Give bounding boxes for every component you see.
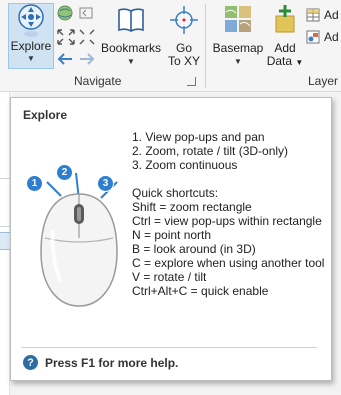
back-arrow-icon[interactable] (56, 52, 74, 66)
basemap-button[interactable]: Basemap ▼ (212, 4, 264, 66)
mouse-action-2: 2. Zoom, rotate / tilt (3D-only) (132, 144, 289, 158)
add-data-button[interactable]: Add Data ▼ (266, 4, 304, 69)
callout-3-badge: 3 (97, 175, 114, 192)
contents-pane-edge (0, 92, 10, 395)
book-icon (118, 8, 144, 32)
add-data-icon (275, 5, 295, 33)
add-small-button-1[interactable]: Ad (306, 8, 339, 22)
bookmarks-button[interactable]: Bookmarks ▼ (100, 4, 162, 66)
basemap-label: Basemap (212, 41, 264, 55)
mouse-action-3: 3. Zoom continuous (132, 158, 238, 172)
tooltip-footer: ? Press F1 for more help. (23, 355, 178, 370)
navigate-small-tools (56, 4, 96, 68)
help-text: Press F1 for more help. (45, 355, 179, 370)
tooltip-divider (21, 347, 317, 348)
shortcut-item: N = point north (132, 228, 212, 242)
ribbon: Explore ▼ Bookmarks ▼ Go To XY Navigate … (0, 0, 341, 92)
dialog-launcher-icon[interactable] (187, 77, 196, 86)
shortcut-item: Ctrl = view pop-ups within rectangle (132, 214, 322, 228)
add-small-label-1: Ad (324, 8, 339, 22)
tooltip-body: 1. View pop-ups and pan 2. Zoom, rotate … (132, 130, 327, 298)
chevron-down-icon[interactable]: ▼ (234, 57, 242, 66)
callout-2-number: 2 (61, 167, 68, 178)
fixed-zoom-icon[interactable] (78, 28, 96, 46)
layer-group-label: Layer (308, 74, 339, 88)
help-icon: ? (23, 355, 38, 370)
callout-2-badge: 2 (56, 164, 73, 181)
shortcut-item: C = explore when using another tool (132, 256, 325, 270)
table-icon (306, 8, 320, 22)
explore-button[interactable]: Explore ▼ (8, 3, 54, 69)
graphics-layer-icon (306, 30, 320, 44)
callout-1-badge: 1 (26, 175, 43, 192)
group-separator (205, 4, 206, 88)
navigate-group-label: Navigate (74, 74, 122, 88)
crosshair-icon (170, 6, 198, 34)
callout-3-number: 3 (102, 178, 109, 189)
shortcut-item: Shift = zoom rectangle (132, 200, 252, 214)
shortcut-item: V = rotate / tilt (132, 270, 207, 284)
shortcut-item: Ctrl+Alt+C = quick enable (132, 284, 269, 298)
go-to-xy-label-line2: To XY (167, 54, 200, 68)
basemap-icon (225, 6, 251, 32)
shortcut-item: B = look around (in 3D) (132, 242, 256, 256)
add-small-label-2: Ad (324, 30, 339, 44)
go-to-xy-button[interactable]: Go To XY (164, 4, 204, 68)
forward-arrow-icon[interactable] (78, 52, 96, 66)
add-data-label-line2: Data ▼ (266, 54, 304, 68)
callout-1-number: 1 (31, 178, 38, 189)
shortcuts-heading: Quick shortcuts: (132, 186, 219, 200)
globe-icon[interactable] (56, 4, 74, 22)
explore-icon (18, 4, 44, 37)
mouse-action-1: 1. View pop-ups and pan (132, 130, 265, 144)
tooltip-title: Explore (23, 108, 68, 122)
side-divider (0, 178, 10, 179)
explore-label: Explore (10, 39, 52, 53)
selected-row-edge[interactable] (0, 232, 10, 250)
add-small-button-2[interactable]: Ad (306, 30, 339, 44)
prev-extent-icon[interactable] (78, 6, 94, 20)
full-extent-icon[interactable] (56, 28, 76, 46)
chevron-down-icon[interactable]: ▼ (27, 55, 35, 63)
explore-tooltip: Explore 1 2 3 1. View pop-ups and pan 2.… (10, 97, 332, 381)
chevron-down-icon[interactable]: ▼ (127, 57, 135, 66)
side-divider (0, 226, 10, 227)
bookmarks-label: Bookmarks (100, 41, 162, 55)
